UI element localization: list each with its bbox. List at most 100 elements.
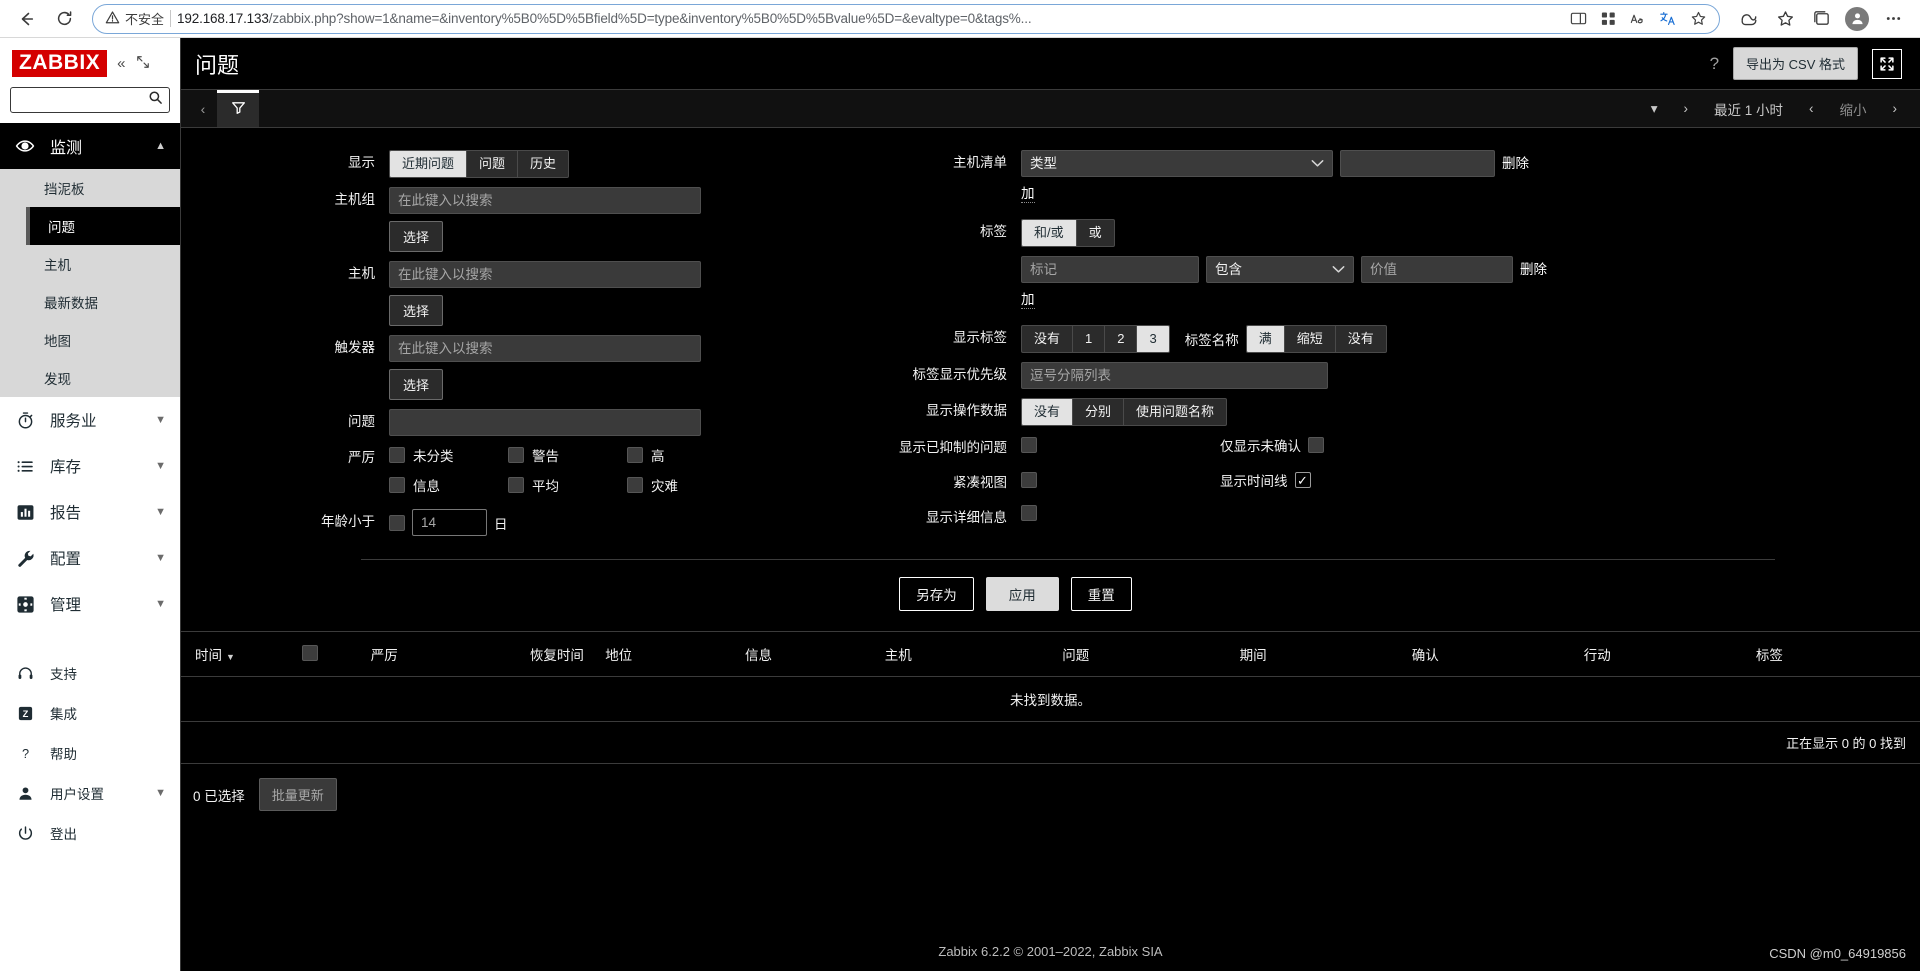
save-as-button[interactable]: 另存为: [899, 577, 974, 611]
fullscreen-icon[interactable]: [1872, 48, 1902, 79]
tag-add-link[interactable]: 加: [1021, 292, 1035, 309]
sidebar-item-signout[interactable]: 登出: [0, 813, 180, 853]
show-radio-group[interactable]: 近期问题 问题 历史: [389, 150, 570, 178]
time-chevron-right-icon[interactable]: ›: [1670, 90, 1701, 128]
time-range-label[interactable]: 最近 1 小时: [1701, 90, 1796, 128]
sidebar-item-dashboard[interactable]: 挡泥板: [30, 169, 180, 207]
show-op-data-radio-group[interactable]: 没有 分别 使用问题名称: [1021, 398, 1228, 426]
host-inventory-remove-link[interactable]: 删除: [1502, 156, 1529, 172]
filter-prev-icon[interactable]: ‹: [189, 90, 217, 127]
sidebar-item-maps[interactable]: 地图: [30, 321, 180, 359]
sidebar-item-administration[interactable]: 管理 ▼: [0, 581, 180, 627]
severity-disaster[interactable]: 灾难: [627, 475, 746, 495]
select-all-checkbox[interactable]: [301, 644, 318, 661]
host-input[interactable]: [389, 261, 701, 288]
sidebar-item-integrations[interactable]: Z 集成: [0, 693, 180, 733]
reload-icon[interactable]: [48, 4, 80, 34]
tag-operator-select[interactable]: 包含: [1206, 256, 1354, 283]
host-group-input[interactable]: [389, 187, 701, 214]
sidebar-item-latest-data[interactable]: 最新数据: [30, 283, 180, 321]
tag-remove-link[interactable]: 删除: [1520, 262, 1547, 278]
show-tags-none[interactable]: 没有: [1021, 325, 1073, 353]
search-box[interactable]: [10, 87, 170, 114]
compact-view-checkbox[interactable]: [1021, 472, 1037, 488]
sidebar-item-support[interactable]: 支持: [0, 653, 180, 693]
tag-name-full[interactable]: 满: [1245, 325, 1284, 353]
sidebar-item-problems[interactable]: 问题: [26, 207, 180, 246]
op-data-none[interactable]: 没有: [1021, 398, 1073, 426]
split-screen-icon[interactable]: [1565, 6, 1591, 32]
tab-actions-icon[interactable]: [1804, 4, 1838, 34]
sidebar-collapse-icon[interactable]: «: [117, 55, 125, 72]
tags-eval-or[interactable]: 或: [1075, 219, 1115, 247]
severity-high[interactable]: 高: [627, 445, 746, 465]
problem-input[interactable]: [389, 409, 701, 436]
read-aloud-icon[interactable]: [1625, 6, 1651, 32]
host-inventory-value-input[interactable]: [1340, 150, 1495, 177]
favorite-star-icon[interactable]: [1685, 6, 1711, 32]
tag-name-shortened[interactable]: 缩短: [1283, 325, 1335, 353]
time-chevron-down-icon[interactable]: ▾: [1638, 90, 1671, 128]
copilot-icon[interactable]: [1732, 4, 1766, 34]
unacknowledged-only-checkbox[interactable]: [1308, 437, 1324, 453]
show-suppressed-checkbox[interactable]: [1021, 437, 1037, 453]
column-header-time[interactable]: 时间 ▼: [181, 632, 294, 677]
severity-not-classified-checkbox[interactable]: [389, 447, 405, 463]
sidebar-item-services[interactable]: 服务业 ▼: [0, 397, 180, 443]
mass-update-button[interactable]: 批量更新: [258, 778, 337, 811]
back-arrow-icon[interactable]: [10, 4, 42, 34]
time-zoom-next-icon[interactable]: ›: [1880, 90, 1911, 128]
host-inventory-add-link[interactable]: 加: [1021, 186, 1035, 203]
host-select-button[interactable]: 选择: [389, 295, 444, 326]
sidebar-item-configuration[interactable]: 配置 ▼: [0, 535, 180, 581]
show-option-recent[interactable]: 近期问题: [389, 150, 467, 178]
show-tags-radio-group[interactable]: 没有 1 2 3: [1021, 325, 1170, 353]
sidebar-item-discovery[interactable]: 发现: [30, 359, 180, 397]
severity-information-checkbox[interactable]: [389, 477, 405, 493]
collections-icon[interactable]: [1595, 6, 1621, 32]
security-indicator[interactable]: 不安全: [105, 9, 164, 28]
column-header-recovery-time[interactable]: 恢复时间: [521, 632, 598, 677]
column-header-ack[interactable]: 确认: [1403, 632, 1576, 677]
sidebar-item-inventory[interactable]: 库存 ▼: [0, 443, 180, 489]
profile-avatar-icon[interactable]: [1840, 4, 1874, 34]
sidebar-item-help[interactable]: ? 帮助: [0, 733, 180, 773]
severity-information[interactable]: 信息: [389, 475, 508, 495]
trigger-select-button[interactable]: 选择: [389, 369, 444, 400]
search-input[interactable]: [17, 92, 148, 109]
export-csv-button[interactable]: 导出为 CSV 格式: [1733, 47, 1858, 80]
show-tags-3[interactable]: 3: [1136, 325, 1170, 353]
address-bar[interactable]: 不安全 192.168.17.133/zabbix.php?show=1&nam…: [92, 3, 1720, 34]
severity-warning[interactable]: 警告: [508, 445, 627, 465]
op-data-with-problem-name[interactable]: 使用问题名称: [1123, 398, 1228, 426]
column-header-severity[interactable]: 严厉: [362, 632, 522, 677]
show-option-problems[interactable]: 问题: [466, 150, 518, 178]
severity-high-checkbox[interactable]: [627, 447, 643, 463]
show-tags-1[interactable]: 1: [1072, 325, 1105, 353]
tag-value-input[interactable]: [1361, 256, 1513, 283]
apply-button[interactable]: 应用: [985, 577, 1059, 611]
show-timeline-checkbox[interactable]: [1294, 472, 1311, 488]
tags-eval-andor[interactable]: 和/或: [1021, 219, 1076, 247]
settings-ellipsis-icon[interactable]: [1876, 4, 1910, 34]
show-tags-2[interactable]: 2: [1104, 325, 1137, 353]
severity-not-classified[interactable]: 未分类: [389, 445, 508, 465]
show-details-checkbox[interactable]: [1021, 505, 1037, 521]
sidebar-item-hosts[interactable]: 主机: [30, 245, 180, 283]
sidebar-hide-icon[interactable]: [136, 55, 150, 73]
zabbix-logo[interactable]: ZABBIX: [12, 50, 108, 78]
tag-name-radio-group[interactable]: 满 缩短 没有: [1245, 325, 1387, 353]
column-header-select-all[interactable]: [293, 632, 363, 677]
op-data-separately[interactable]: 分别: [1072, 398, 1124, 426]
show-option-history[interactable]: 历史: [517, 150, 570, 178]
tag-priority-input[interactable]: [1021, 362, 1328, 389]
time-zoom-prev-icon[interactable]: ‹: [1796, 90, 1827, 128]
severity-disaster-checkbox[interactable]: [627, 477, 643, 493]
sidebar-item-reports[interactable]: 报告 ▼: [0, 489, 180, 535]
tag-name-input[interactable]: [1021, 256, 1199, 283]
filter-tab-active[interactable]: [217, 90, 259, 127]
help-icon[interactable]: ?: [1710, 54, 1719, 74]
age-checkbox[interactable]: [389, 514, 405, 531]
column-header-problem[interactable]: 问题: [1054, 632, 1232, 677]
column-header-status[interactable]: 地位: [597, 632, 737, 677]
